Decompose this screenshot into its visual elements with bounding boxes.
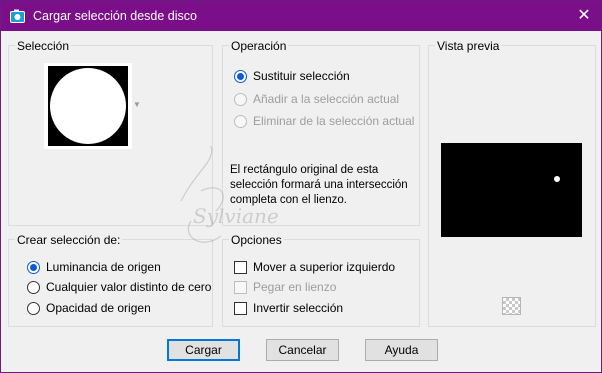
load-button[interactable]: Cargar xyxy=(167,339,240,361)
radio-indicator[interactable] xyxy=(234,92,247,106)
check-invertir-label: Invertir selección xyxy=(253,301,344,315)
radio-opacidad-label: Opacidad de origen xyxy=(46,301,151,315)
window-title: Cargar selección desde disco xyxy=(33,9,197,23)
radio-indicator[interactable] xyxy=(234,69,247,83)
svg-text:Sylviane: Sylviane xyxy=(193,204,279,228)
close-icon: ✕ xyxy=(577,7,591,24)
thumbnail-circle xyxy=(50,68,126,144)
radio-indicator[interactable] xyxy=(27,280,40,294)
radio-sustituir[interactable]: Sustituir selección xyxy=(234,67,350,85)
radio-anadir-label: Añadir a la selección actual xyxy=(253,92,400,106)
checkbox-indicator[interactable] xyxy=(234,280,247,294)
help-button[interactable]: Ayuda xyxy=(365,339,438,361)
title-bar[interactable]: Cargar selección desde disco ✕ xyxy=(1,1,601,31)
operacion-label: Operación xyxy=(229,39,289,53)
radio-cualquier-valor-label: Cualquier valor distinto de cero xyxy=(46,280,212,294)
preview-canvas xyxy=(441,143,582,237)
preview-dot xyxy=(554,176,560,182)
crear-label: Crear selección de: xyxy=(15,233,123,247)
radio-opacidad[interactable]: Opacidad de origen xyxy=(27,299,151,317)
close-button[interactable]: ✕ xyxy=(571,3,597,29)
radio-luminancia-label: Luminancia de origen xyxy=(46,260,161,274)
dropdown-arrow-icon[interactable]: ▼ xyxy=(133,100,141,109)
selection-thumbnail[interactable] xyxy=(44,63,132,149)
cancel-button[interactable]: Cancelar xyxy=(266,339,339,361)
radio-eliminar[interactable]: Eliminar de la selección actual xyxy=(234,112,414,130)
dialog-window: Cargar selección desde disco ✕ Selección… xyxy=(0,0,602,373)
radio-eliminar-label: Eliminar de la selección actual xyxy=(253,114,415,128)
radio-anadir[interactable]: Añadir a la selección actual xyxy=(234,90,399,108)
checkbox-indicator[interactable] xyxy=(234,301,247,315)
camera-icon xyxy=(10,9,25,23)
radio-indicator[interactable] xyxy=(27,301,40,315)
radio-indicator[interactable] xyxy=(27,260,40,274)
check-invertir[interactable]: Invertir selección xyxy=(234,299,343,317)
radio-indicator[interactable] xyxy=(234,114,247,128)
check-mover-label: Mover a superior izquierdo xyxy=(253,260,396,274)
seleccion-label: Selección xyxy=(15,39,72,53)
checkbox-indicator[interactable] xyxy=(234,260,247,274)
check-pegar-label: Pegar en lienzo xyxy=(253,280,337,294)
radio-cualquier-valor[interactable]: Cualquier valor distinto de cero xyxy=(27,278,211,296)
transparency-checker-icon[interactable] xyxy=(502,297,521,315)
sylviane-watermark: Sylviane xyxy=(180,145,279,243)
radio-sustituir-label: Sustituir selección xyxy=(253,69,350,83)
check-pegar[interactable]: Pegar en lienzo xyxy=(234,278,336,296)
vista-previa-label: Vista previa xyxy=(435,39,502,53)
